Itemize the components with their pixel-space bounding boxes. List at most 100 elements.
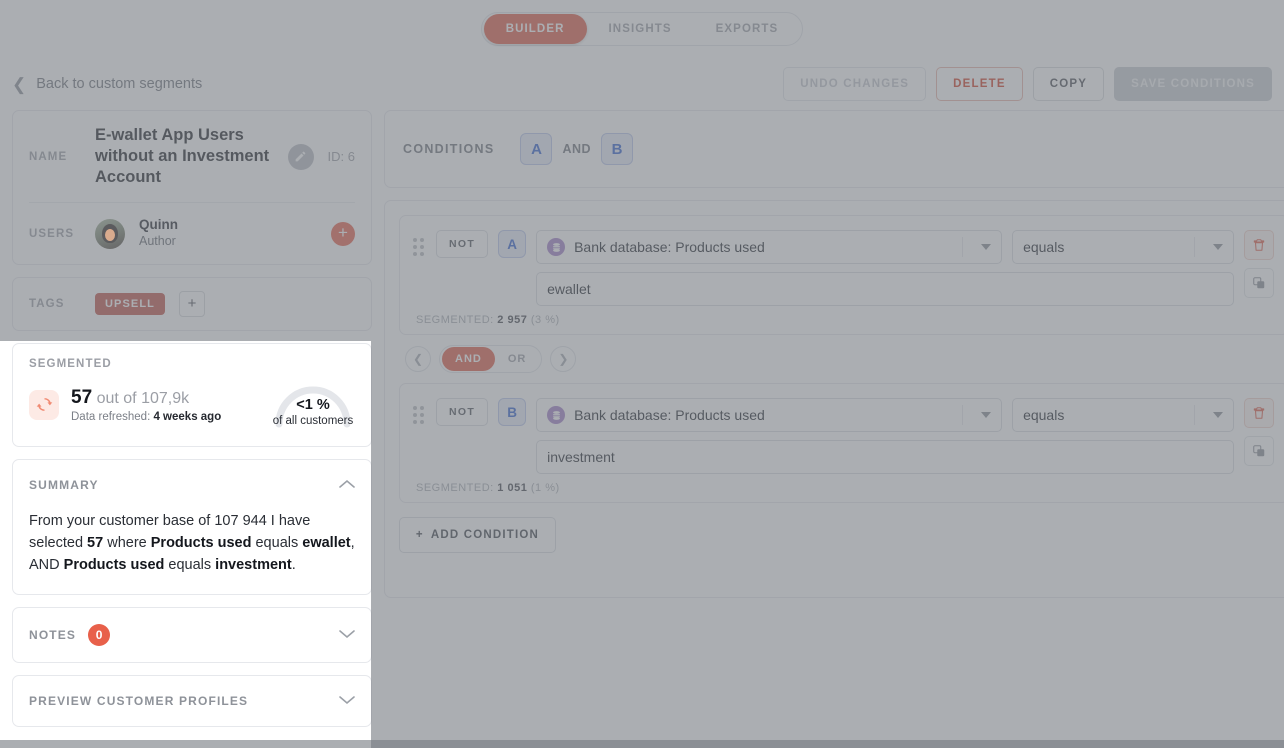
segmented-count: 57 [71,386,93,408]
edit-name-button[interactable] [287,143,314,170]
delete-button[interactable]: DELETE [936,67,1023,101]
copy-icon [1253,277,1265,289]
copy-button[interactable]: COPY [1032,67,1105,101]
condition-block-a: NOT A Bank database: Products used equal… [399,215,1284,335]
tags-card: TAGS UPSELL + [12,276,372,331]
chevron-up-icon [339,476,355,494]
plus-icon: + [415,529,424,541]
tab-builder[interactable]: BUILDER [483,14,587,44]
add-user-button[interactable]: + [331,221,355,246]
user-name: Quinn [139,217,178,233]
row-actions-b [1244,398,1275,466]
value-input-a[interactable]: ewallet [536,272,1235,306]
conditions-area: CONDITIONS A AND B NOT A Bank database: … [384,110,1284,736]
chevron-left-icon: ❮ [12,74,27,94]
connector-next-button[interactable]: ❯ [550,346,577,372]
add-condition-button[interactable]: + ADD CONDITION [399,517,556,553]
duplicate-condition-a[interactable] [1244,268,1275,298]
gauge-label: of all customers [272,414,354,427]
condition-letter-b[interactable]: B [498,398,527,426]
delete-condition-a[interactable] [1244,230,1275,260]
condition-letter-a[interactable]: A [498,230,527,258]
tab-group: BUILDER INSIGHTS EXPORTS [480,12,804,46]
attribute-select-b[interactable]: Bank database: Products used [536,398,1003,432]
avatar [95,218,125,249]
chevron-down-icon [339,626,355,644]
name-label: NAME [29,150,68,163]
database-icon [547,238,566,256]
operator-value-a: equals [1023,239,1065,255]
duplicate-condition-b[interactable] [1244,436,1275,466]
trash-icon [1253,239,1265,251]
undo-changes-button[interactable]: UNDO CHANGES [783,67,927,101]
segmented-numbers: 57 out of 107,9k Data refreshed: 4 weeks… [71,387,271,423]
summary-title: SUMMARY [29,477,99,492]
attribute-value-b: Bank database: Products used [574,407,765,423]
conditions-header: CONDITIONS A AND B [384,110,1284,188]
segmented-info-b: SEGMENTED: 1 051 (1 %) [416,482,1274,494]
preview-profiles-header[interactable]: PREVIEW CUSTOMER PROFILES [13,676,371,726]
tab-insights[interactable]: INSIGHTS [587,14,694,44]
condition-row-a: NOT A Bank database: Products used equal… [410,230,1275,306]
chevron-down-icon [1194,237,1224,257]
connector-option-and[interactable]: AND [442,347,495,371]
tab-exports[interactable]: EXPORTS [694,14,801,44]
value-input-b[interactable]: investment [536,440,1235,474]
back-link-label: Back to custom segments [36,76,203,92]
attribute-select-a[interactable]: Bank database: Products used [536,230,1003,264]
not-toggle-b[interactable]: NOT [436,398,489,426]
preview-profiles-title: PREVIEW CUSTOMER PROFILES [29,693,249,708]
top-tab-bar: BUILDER INSIGHTS EXPORTS [0,0,1284,58]
user-role: Author [139,234,176,249]
not-toggle-a[interactable]: NOT [436,230,489,258]
database-icon [547,406,566,424]
conditions-badges: A AND B [520,133,634,165]
conditions-joiner: AND [562,142,592,156]
back-link[interactable]: ❮ Back to custom segments [12,76,202,93]
condition-badge-a[interactable]: A [520,133,553,165]
summary-header[interactable]: SUMMARY [13,460,371,510]
drag-handle-icon[interactable] [410,233,426,261]
save-conditions-button[interactable]: SAVE CONDITIONS [1114,67,1272,101]
chevron-down-icon [339,692,355,710]
users-label: USERS [29,227,75,240]
row-actions-a [1244,230,1275,298]
drag-handle-icon[interactable] [410,401,426,429]
percent-gauge: <1 % of all customers [271,380,355,430]
summary-text: From your customer base of 107 944 I hav… [29,512,355,573]
segmented-percent-b: (1 %) [530,482,560,494]
data-refreshed-value: 4 weeks ago [153,410,222,423]
pencil-icon [295,151,306,162]
tags-label: TAGS [29,297,65,310]
refresh-button[interactable] [29,389,59,420]
app-root: BUILDER INSIGHTS EXPORTS ❮ Back to custo… [0,0,1284,748]
connector-prev-button[interactable]: ❮ [405,346,431,372]
notes-title: NOTES [29,627,77,642]
tag-upsell[interactable]: UPSELL [95,292,165,315]
connector-option-or[interactable]: OR [495,347,540,371]
add-tag-button[interactable]: + [179,290,205,317]
refresh-icon [36,398,52,412]
and-or-toggle: AND OR [439,345,543,373]
segmented-out-of: out of 107,9k [96,389,190,407]
segmented-label-a: SEGMENTED: [416,314,494,326]
segmented-label-b: SEGMENTED: [416,482,494,494]
operator-select-b[interactable]: equals [1012,398,1235,432]
segmented-card: SEGMENTED 57 out of 107,9k Data refreshe… [12,342,372,447]
data-refreshed-label: Data refreshed: [71,410,151,423]
condition-badge-b[interactable]: B [601,133,634,165]
copy-icon [1253,445,1265,457]
segmented-count-line: 57 out of 107,9k [71,387,271,409]
notes-header[interactable]: NOTES 0 [13,608,371,662]
chevron-down-icon [962,237,992,257]
operator-select-a[interactable]: equals [1012,230,1235,264]
page-header: ❮ Back to custom segments UNDO CHANGES D… [0,58,1284,110]
notes-count-badge: 0 [88,623,111,646]
condition-selectors-b: Bank database: Products used equals [536,398,1235,432]
data-refreshed: Data refreshed: 4 weeks ago [71,411,271,423]
delete-condition-b[interactable] [1244,398,1275,428]
condition-row-b: NOT B Bank database: Products used equal… [410,398,1275,474]
operator-value-b: equals [1023,407,1065,423]
segmented-count-b: 1 051 [497,482,528,494]
add-condition-label: ADD CONDITION [430,529,540,541]
